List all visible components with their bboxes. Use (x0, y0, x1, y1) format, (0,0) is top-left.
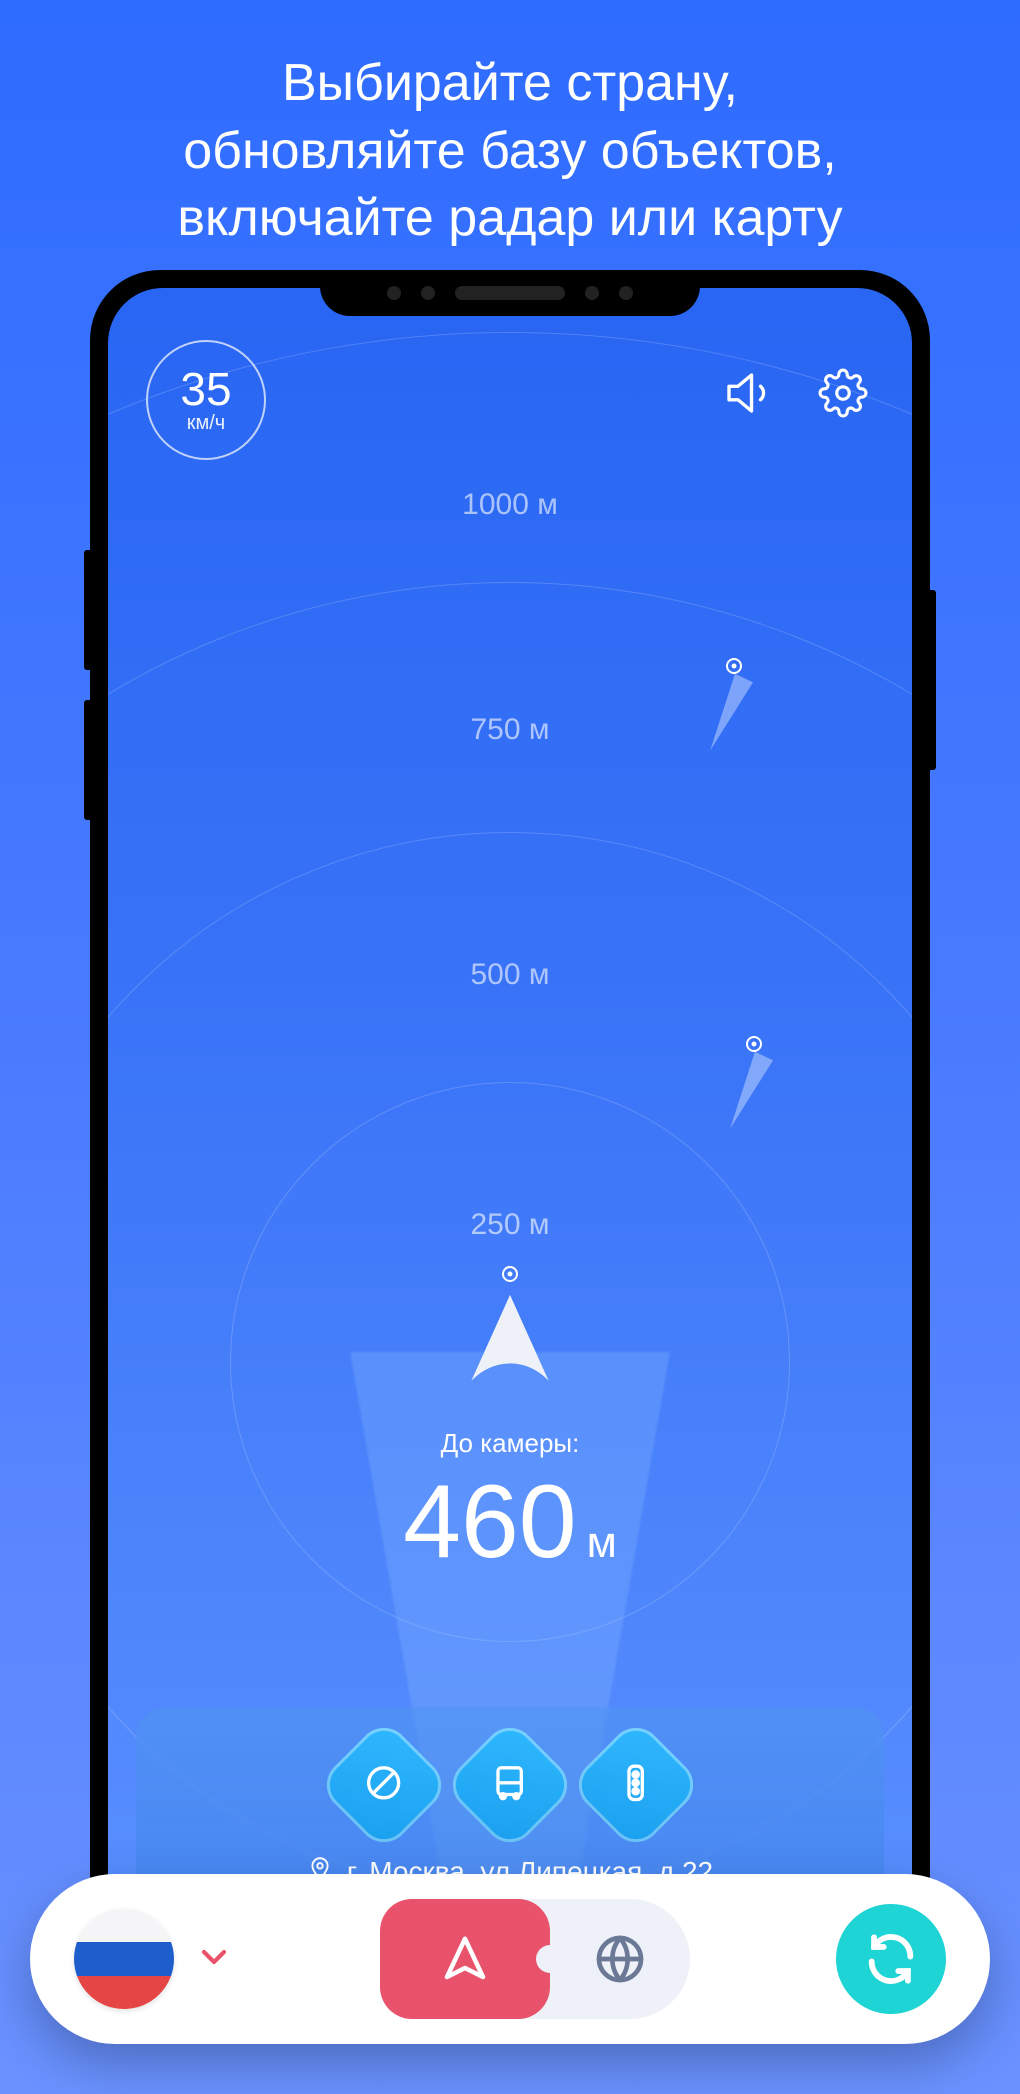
distance-label-1000: 1000 м (462, 488, 558, 522)
globe-icon (592, 1931, 648, 1987)
traffic-light-icon (568, 1717, 704, 1853)
mode-map-button[interactable] (550, 1899, 690, 2019)
to-camera-label: До камеры: (108, 1428, 912, 1459)
distance-label-750: 750 м (470, 713, 549, 747)
country-selector[interactable] (74, 1909, 234, 2009)
to-camera-value: 460 (403, 1464, 577, 1580)
ban-icon (316, 1717, 452, 1853)
distance-label-250: 250 м (470, 1208, 549, 1242)
app-screen: 35 км/ч 1000 м 750 м 500 м 250 м (108, 288, 912, 1982)
speed-unit: км/ч (187, 412, 225, 435)
sound-icon[interactable] (720, 366, 774, 425)
promo-headline: Выбирайте страну, обновляйте базу объект… (0, 0, 1020, 283)
to-camera-unit: м (587, 1518, 617, 1567)
bottom-toolbar (30, 1874, 990, 2044)
chevron-down-icon (194, 1937, 234, 1982)
refresh-icon (862, 1930, 920, 1988)
camera-marker-icon (746, 1036, 762, 1052)
gear-icon[interactable] (818, 368, 868, 423)
mode-radar-button[interactable] (380, 1899, 550, 2019)
mode-toggle (380, 1899, 690, 2019)
to-camera-readout: До камеры: 460м (108, 1428, 912, 1582)
refresh-button[interactable] (836, 1904, 946, 2014)
speed-value: 35 (180, 366, 231, 412)
flag-ru-icon (74, 1909, 174, 2009)
distance-label-500: 500 м (470, 958, 549, 992)
phone-frame: 35 км/ч 1000 м 750 м 500 м 250 м (90, 270, 930, 2000)
location-arrow-icon (465, 1266, 555, 1392)
radar-arrow-icon (438, 1932, 492, 1986)
speed-badge: 35 км/ч (146, 340, 266, 460)
bus-icon (442, 1717, 578, 1853)
camera-marker-icon (726, 658, 742, 674)
